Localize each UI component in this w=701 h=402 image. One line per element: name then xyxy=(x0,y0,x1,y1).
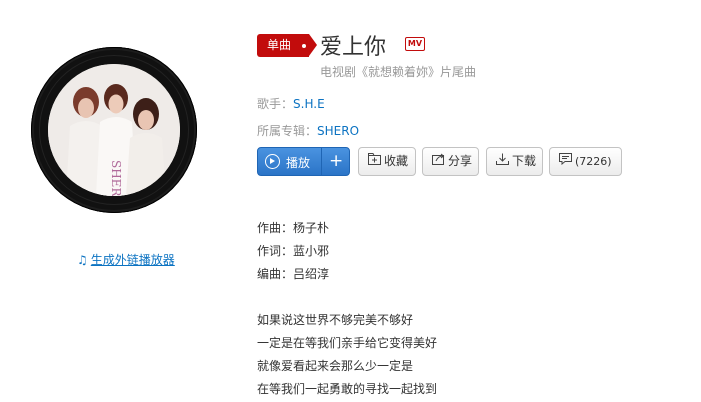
credit-composer: 作曲：杨子朴 xyxy=(257,221,330,235)
share-icon xyxy=(431,148,445,175)
download-icon xyxy=(495,148,509,175)
artist-label: 歌手： xyxy=(257,97,294,111)
play-button[interactable]: 播放 + xyxy=(257,147,350,176)
lyric-line: 如果说这世界不够完美不够好 xyxy=(257,313,414,327)
lyric-line: 就像爱看起来会那么少一定是 xyxy=(257,359,414,373)
artist-link[interactable]: S.H.E xyxy=(293,97,325,111)
credit-lyricist: 作词：蓝小邪 xyxy=(257,244,330,258)
artist-row: 歌手：S.H.E xyxy=(257,95,325,112)
share-button[interactable]: 分享 xyxy=(422,147,479,176)
collect-button[interactable]: 收藏 xyxy=(358,147,416,176)
lyric-line: 在等我们一起勇敢的寻找一起找到 xyxy=(257,382,438,396)
credit-arranger: 编曲：吕绍淳 xyxy=(257,267,330,281)
badge-dot xyxy=(302,44,306,48)
song-subtitle: 电视剧《就想赖着妳》片尾曲 xyxy=(320,65,477,79)
folder-plus-icon xyxy=(367,148,381,175)
comment-icon xyxy=(558,148,572,175)
lyric-line: 一定是在等我们亲手给它变得美好 xyxy=(257,336,438,350)
comment-count: (7226) xyxy=(575,155,612,168)
song-title: 爱上你 xyxy=(320,35,387,60)
single-badge-label: 单曲 xyxy=(267,38,292,52)
download-button[interactable]: 下载 xyxy=(486,147,543,176)
mv-icon[interactable]: MV xyxy=(405,37,425,51)
play-circle-icon xyxy=(265,154,280,169)
cover-text: SHERO xyxy=(109,160,123,196)
album-cover-art: SHERO xyxy=(48,64,180,196)
album-label: 所属专辑： xyxy=(257,124,318,138)
music-note-icon: ♫ xyxy=(77,253,88,267)
single-badge: 单曲 xyxy=(257,34,317,57)
play-button-divider xyxy=(321,148,322,175)
album-link[interactable]: SHERO xyxy=(317,124,359,138)
album-row: 所属专辑：SHERO xyxy=(257,122,359,139)
external-player-link-label: 生成外链播放器 xyxy=(90,253,175,267)
download-label: 下载 xyxy=(512,154,537,168)
share-label: 分享 xyxy=(448,154,473,168)
album-cover: SHERO xyxy=(48,64,180,196)
play-label: 播放 xyxy=(286,156,311,170)
external-player-link[interactable]: ♫ 生成外链播放器 xyxy=(77,251,175,268)
collect-label: 收藏 xyxy=(384,154,409,168)
comment-button[interactable]: (7226) xyxy=(549,147,622,176)
plus-icon[interactable]: + xyxy=(329,151,343,171)
